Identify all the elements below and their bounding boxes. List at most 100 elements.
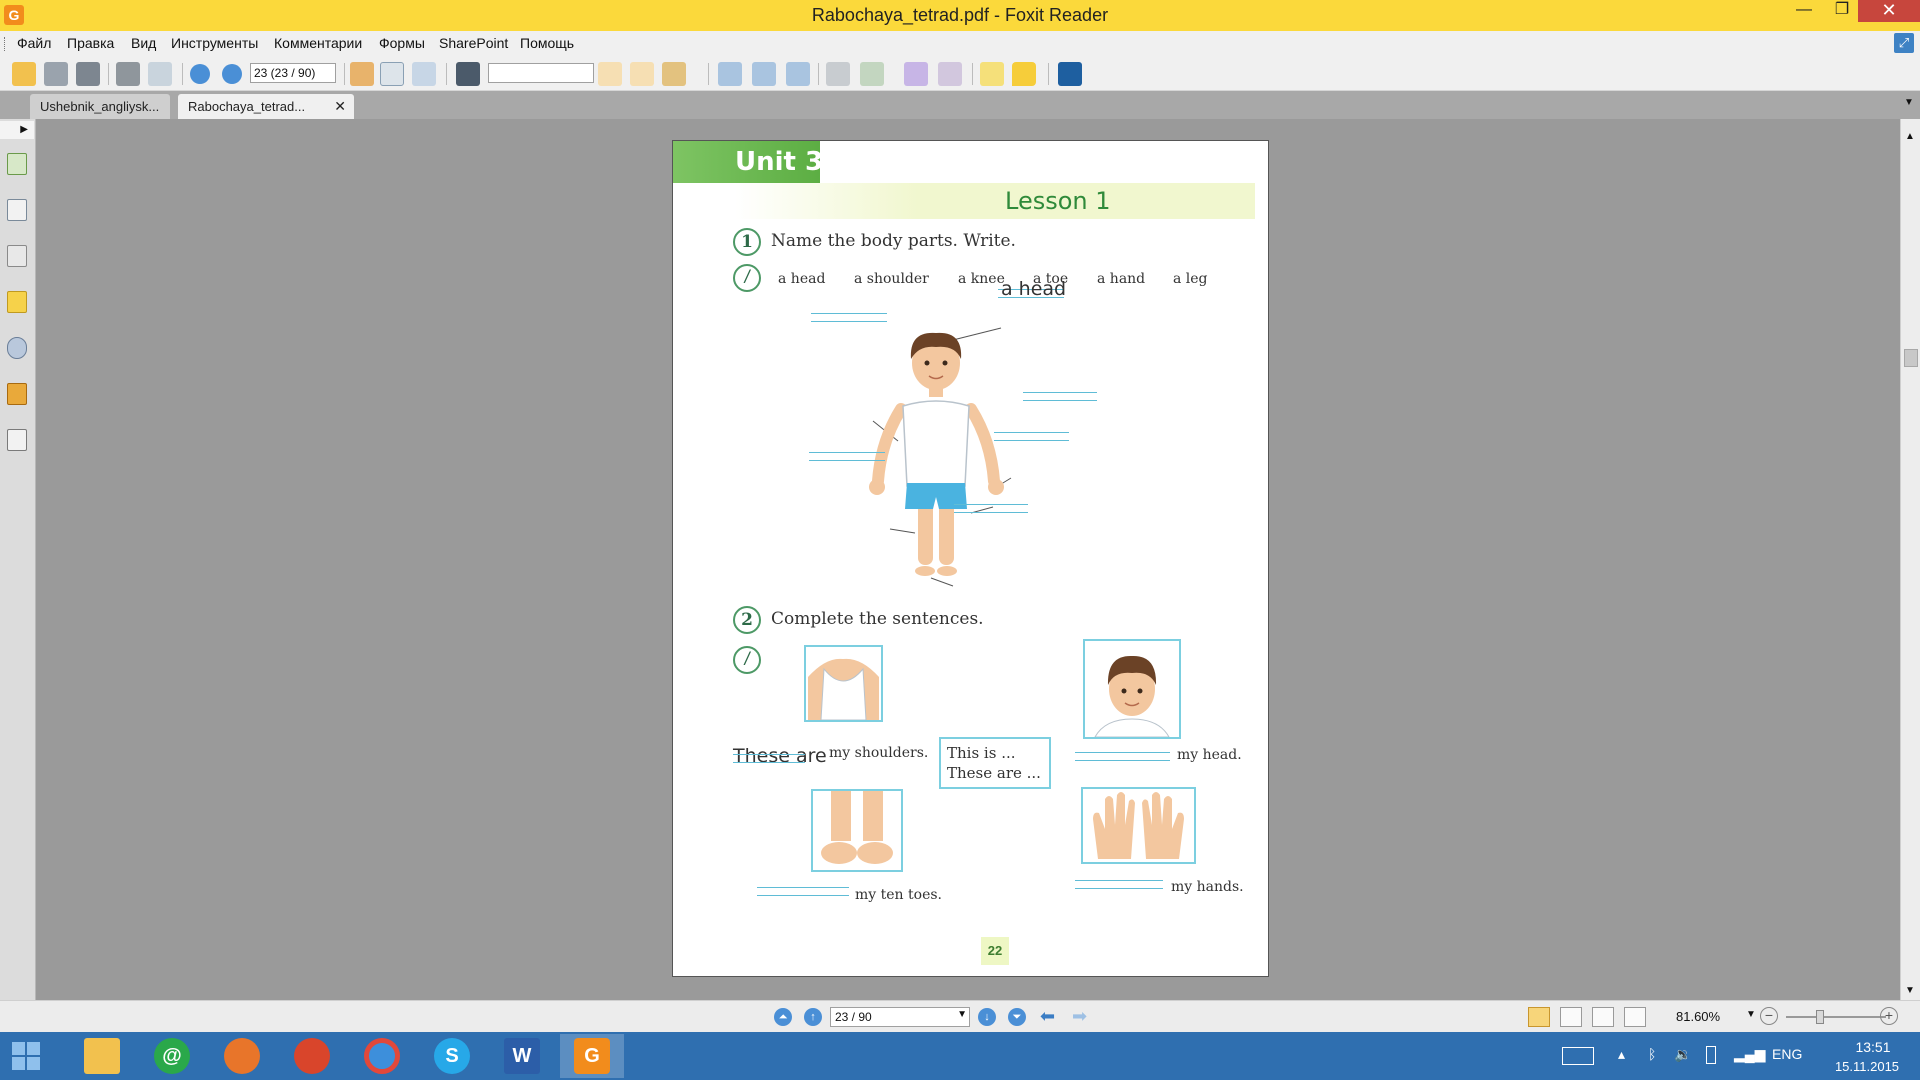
- answer-line[interactable]: [1023, 392, 1097, 401]
- rotate-view-icon[interactable]: [826, 62, 850, 86]
- signatures-icon[interactable]: [7, 429, 27, 451]
- chrome-button[interactable]: [350, 1034, 414, 1078]
- email-icon[interactable]: [148, 62, 172, 86]
- file-explorer-button[interactable]: [70, 1034, 134, 1078]
- zoom-level[interactable]: 81.60%: [1676, 1009, 1720, 1024]
- unit-title: Unit 3: [735, 147, 824, 177]
- note-comment-icon[interactable]: [1012, 62, 1036, 86]
- answer-line[interactable]: [954, 504, 1028, 513]
- page-display-icon[interactable]: [860, 62, 884, 86]
- search-options-icon[interactable]: [662, 62, 686, 86]
- select-text-icon[interactable]: [380, 62, 404, 86]
- answer-line[interactable]: [757, 887, 849, 896]
- firefox-beta-button[interactable]: [280, 1034, 344, 1078]
- attachments-icon[interactable]: [7, 337, 27, 359]
- go-forward-icon[interactable]: ➡: [1072, 1006, 1087, 1027]
- answer-line[interactable]: [809, 452, 885, 461]
- fit-width-icon[interactable]: [786, 62, 810, 86]
- chevron-down-icon[interactable]: ▼: [957, 1009, 967, 1020]
- save-as-icon[interactable]: [76, 62, 100, 86]
- word-button[interactable]: W: [490, 1034, 554, 1078]
- tab-label: Ushebnik_angliysk...: [40, 99, 160, 114]
- last-page-icon[interactable]: ⏷: [1008, 1008, 1026, 1026]
- scroll-down-icon[interactable]: ▼: [1905, 985, 1915, 996]
- zoom-in-icon[interactable]: +: [1880, 1007, 1898, 1025]
- find-next-icon[interactable]: [630, 62, 654, 86]
- menu-tools[interactable]: Инструменты: [171, 35, 258, 51]
- previous-page-icon[interactable]: [190, 64, 210, 84]
- page-selector[interactable]: 23 / 90 ▼: [830, 1007, 970, 1027]
- start-button[interactable]: [12, 1042, 40, 1070]
- menu-comments[interactable]: Комментарии: [274, 35, 362, 51]
- close-button[interactable]: ✕: [1858, 0, 1920, 22]
- answer-line[interactable]: [811, 313, 887, 322]
- save-icon[interactable]: [44, 62, 68, 86]
- zoom-dropdown-icon[interactable]: ▼: [1746, 1009, 1756, 1020]
- bookmarks-icon[interactable]: [7, 199, 27, 221]
- expand-icon[interactable]: ⤢: [1894, 33, 1914, 53]
- comments-icon[interactable]: [7, 291, 27, 313]
- search-input[interactable]: [488, 63, 594, 83]
- tab-list-dropdown-icon[interactable]: ▼: [1904, 97, 1914, 108]
- pages-icon[interactable]: [7, 153, 27, 175]
- next-page-icon[interactable]: ↓: [978, 1008, 996, 1026]
- menu-sharepoint[interactable]: SharePoint: [439, 35, 508, 51]
- facing-view-icon[interactable]: [1592, 1007, 1614, 1027]
- attach-file-icon[interactable]: [938, 62, 962, 86]
- single-page-view-icon[interactable]: [1528, 1007, 1550, 1027]
- scroll-thumb[interactable]: [1904, 349, 1918, 367]
- keyboard-icon[interactable]: [1562, 1047, 1594, 1065]
- clock-date[interactable]: 15.11.2015: [1822, 1059, 1912, 1074]
- continuous-facing-view-icon[interactable]: [1624, 1007, 1646, 1027]
- answer-line[interactable]: [733, 754, 805, 763]
- language-indicator[interactable]: ENG: [1772, 1046, 1802, 1062]
- firefox-button[interactable]: [210, 1034, 274, 1078]
- answer-line[interactable]: [1075, 880, 1163, 889]
- fit-page-icon[interactable]: [752, 62, 776, 86]
- connected-pdf-icon[interactable]: [1058, 62, 1082, 86]
- sidebar-toggle-icon[interactable]: ▶: [0, 121, 34, 139]
- security-icon[interactable]: [7, 383, 27, 405]
- next-page-icon[interactable]: [222, 64, 242, 84]
- hand-tool-icon[interactable]: [350, 62, 374, 86]
- select-cursor-icon[interactable]: [412, 62, 436, 86]
- menu-forms[interactable]: Формы: [379, 35, 425, 51]
- print-icon[interactable]: [116, 62, 140, 86]
- answer-line[interactable]: [994, 432, 1069, 441]
- find-previous-icon[interactable]: [598, 62, 622, 86]
- pdf-page: Unit 3 Lesson 1 1 Name the body parts. W…: [672, 140, 1269, 977]
- menu-help[interactable]: Помощь: [520, 35, 574, 51]
- snapshot-icon[interactable]: [904, 62, 928, 86]
- find-binoculars-icon[interactable]: [456, 62, 480, 86]
- page-number-input[interactable]: 23 (23 / 90): [250, 63, 336, 83]
- vertical-scrollbar[interactable]: ▲ ▼: [1900, 119, 1920, 1000]
- zoom-slider-thumb[interactable]: [1816, 1010, 1824, 1024]
- skype-button[interactable]: S: [420, 1034, 484, 1078]
- zoom-out-icon[interactable]: −: [1760, 1007, 1778, 1025]
- tab-ushebnik[interactable]: Ushebnik_angliysk...: [30, 94, 170, 119]
- continuous-view-icon[interactable]: [1560, 1007, 1582, 1027]
- bluetooth-icon[interactable]: ᛒ: [1648, 1046, 1656, 1062]
- menu-file[interactable]: Файл: [17, 35, 51, 51]
- layers-icon[interactable]: [7, 245, 27, 267]
- go-back-icon[interactable]: ⬅: [1040, 1006, 1055, 1027]
- menu-view[interactable]: Вид: [131, 35, 156, 51]
- first-page-icon[interactable]: ⏶: [774, 1008, 792, 1026]
- open-file-icon[interactable]: [12, 62, 36, 86]
- zoom-slider[interactable]: [1786, 1016, 1886, 1018]
- typewriter-icon[interactable]: [980, 62, 1004, 86]
- battery-icon[interactable]: [1706, 1046, 1716, 1064]
- volume-icon[interactable]: 🔉: [1674, 1046, 1691, 1063]
- actual-size-icon[interactable]: [718, 62, 742, 86]
- mail-agent-button[interactable]: @: [140, 1034, 204, 1078]
- scroll-up-icon[interactable]: ▲: [1905, 131, 1915, 142]
- answer-line[interactable]: [1075, 752, 1170, 761]
- tab-rabochaya[interactable]: Rabochaya_tetrad... ✕: [178, 94, 354, 119]
- previous-page-icon[interactable]: ↑: [804, 1008, 822, 1026]
- close-tab-icon[interactable]: ✕: [334, 98, 346, 115]
- foxit-reader-button[interactable]: G: [560, 1034, 624, 1078]
- signal-icon[interactable]: ▂▄▆: [1734, 1046, 1765, 1063]
- clock-time[interactable]: 13:51: [1838, 1039, 1908, 1055]
- show-hidden-icons-icon[interactable]: ▴: [1618, 1046, 1625, 1063]
- menu-edit[interactable]: Правка: [67, 35, 114, 51]
